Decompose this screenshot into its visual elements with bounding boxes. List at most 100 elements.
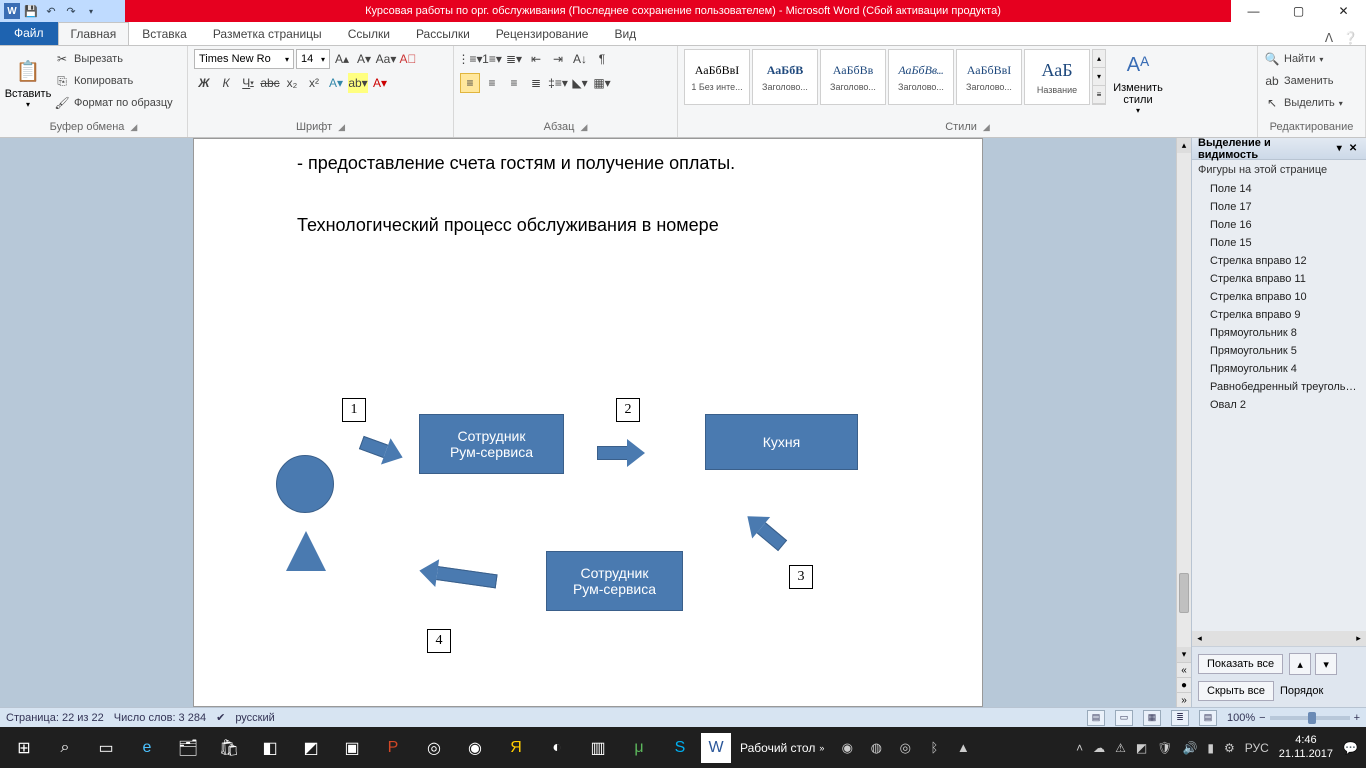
browse-object-icon[interactable]: ●	[1177, 677, 1191, 692]
minimize-ribbon-icon[interactable]: ᐱ	[1325, 31, 1333, 45]
tab-mailings[interactable]: Рассылки	[403, 22, 483, 45]
selection-pane-close-icon[interactable]: ✕	[1346, 143, 1360, 154]
app-icon[interactable]: ◐	[537, 728, 577, 768]
shape-rect-kitchen[interactable]: Кухня	[705, 414, 858, 470]
word-taskbar-icon[interactable]: W	[701, 733, 731, 763]
next-page-icon[interactable]: »	[1177, 692, 1191, 707]
underline-button[interactable]: Ч▾	[238, 73, 258, 93]
save-icon[interactable]: 💾	[22, 2, 40, 20]
tray-icon[interactable]: ◍	[862, 728, 890, 768]
font-name-combo[interactable]: Times New Ro▾	[194, 49, 294, 69]
volume-icon[interactable]: 🔊	[1182, 741, 1197, 755]
zoom-slider[interactable]	[1270, 716, 1350, 720]
list-item[interactable]: Поле 15	[1192, 234, 1366, 252]
italic-button[interactable]: К	[216, 73, 236, 93]
superscript-button[interactable]: x²	[304, 73, 324, 93]
decrease-indent-button[interactable]: ⇤	[526, 49, 546, 69]
redo-icon[interactable]: ↷	[62, 2, 80, 20]
strike-button[interactable]: abc	[260, 73, 280, 93]
tray-icon[interactable]: ◩	[1136, 741, 1147, 755]
list-item[interactable]: Овал 2	[1192, 396, 1366, 414]
zoom-level[interactable]: 100%	[1227, 712, 1255, 724]
list-item[interactable]: Прямоугольник 8	[1192, 324, 1366, 342]
scroll-track[interactable]	[1177, 153, 1191, 647]
scroll-down-icon[interactable]: ▾	[1177, 647, 1191, 662]
bullets-button[interactable]: ⋮≡▾	[460, 49, 480, 69]
chrome-icon[interactable]: ◉	[455, 728, 495, 768]
app-icon[interactable]: ▥	[578, 728, 618, 768]
find-button[interactable]: 🔍Найти▾	[1264, 49, 1323, 69]
show-all-button[interactable]: Показать все	[1198, 654, 1283, 674]
zoom-out-button[interactable]: −	[1259, 712, 1265, 724]
draft-view-button[interactable]: ▤	[1199, 710, 1217, 726]
close-button[interactable]: ✕	[1321, 0, 1366, 22]
edge-icon[interactable]: e	[127, 728, 167, 768]
app-icon[interactable]: ▣	[332, 728, 372, 768]
tab-references[interactable]: Ссылки	[335, 22, 403, 45]
style-item[interactable]: АаБбВЗаголово...	[752, 49, 818, 105]
change-case-button[interactable]: Aa▾	[376, 49, 396, 69]
list-item[interactable]: Стрелка вправо 10	[1192, 288, 1366, 306]
shape-label-2[interactable]: 2	[616, 398, 640, 422]
list-item[interactable]: Поле 14	[1192, 180, 1366, 198]
shape-label-4[interactable]: 4	[427, 629, 451, 653]
task-view-button[interactable]: ▭	[86, 728, 126, 768]
word-count[interactable]: Число слов: 3 284	[114, 712, 206, 724]
show-marks-button[interactable]: ¶	[592, 49, 612, 69]
selection-hscroll[interactable]: ◂▸	[1192, 631, 1366, 646]
align-center-button[interactable]: ≡	[482, 73, 502, 93]
list-item[interactable]: Поле 17	[1192, 198, 1366, 216]
style-item[interactable]: АаБНазвание	[1024, 49, 1090, 105]
outline-view-button[interactable]: ≣	[1171, 710, 1189, 726]
print-layout-view-button[interactable]: ▤	[1087, 710, 1105, 726]
app-icon[interactable]: ◩	[291, 728, 331, 768]
qat-dropdown-icon[interactable]: ▾	[82, 2, 100, 20]
skype-icon[interactable]: S	[660, 728, 700, 768]
tray-icon[interactable]: 🛡	[1157, 741, 1172, 755]
network-icon[interactable]: ▮	[1207, 741, 1214, 755]
list-item[interactable]: Прямоугольник 5	[1192, 342, 1366, 360]
maximize-button[interactable]: ▢	[1276, 0, 1321, 22]
font-color-button[interactable]: A▾	[370, 73, 390, 93]
shape-triangle[interactable]	[286, 531, 326, 571]
subscript-button[interactable]: x₂	[282, 73, 302, 93]
tab-insert[interactable]: Вставка	[129, 22, 200, 45]
list-item[interactable]: Стрелка вправо 11	[1192, 270, 1366, 288]
tray-icon[interactable]: ⚠	[1115, 741, 1126, 755]
fullscreen-view-button[interactable]: ▭	[1115, 710, 1133, 726]
tray-icon[interactable]: ▲	[949, 728, 977, 768]
style-item[interactable]: АаБбВвІЗаголово...	[956, 49, 1022, 105]
tab-home[interactable]: Главная	[58, 22, 130, 45]
undo-icon[interactable]: ↶	[42, 2, 60, 20]
bluetooth-icon[interactable]: ᛒ	[920, 728, 948, 768]
onedrive-icon[interactable]: ☁	[1093, 741, 1105, 755]
select-button[interactable]: ↖Выделить▾	[1264, 93, 1343, 113]
copy-button[interactable]: ⎘Копировать	[54, 71, 173, 91]
text-effects-button[interactable]: A▾	[326, 73, 346, 93]
reorder-up-button[interactable]: ▴	[1289, 653, 1311, 675]
clock[interactable]: 4:46 21.11.2017	[1279, 734, 1333, 760]
styles-gallery[interactable]: АаБбВвІ1 Без инте... АаБбВЗаголово... Аа…	[684, 49, 1106, 105]
shape-oval[interactable]	[276, 455, 334, 513]
reorder-down-button[interactable]: ▾	[1315, 653, 1337, 675]
clear-format-button[interactable]: A⃠	[398, 49, 418, 69]
yandex-icon[interactable]: Я	[496, 728, 536, 768]
borders-button[interactable]: ▦▾	[592, 73, 612, 93]
selection-pane-dropdown-icon[interactable]: ▾	[1332, 143, 1346, 154]
list-item[interactable]: Стрелка вправо 12	[1192, 252, 1366, 270]
search-button[interactable]: ⌕	[45, 728, 85, 768]
minimize-button[interactable]: —	[1231, 0, 1276, 22]
shrink-font-button[interactable]: A▾	[354, 49, 374, 69]
paragraph-dialog-launcher[interactable]: ◢	[580, 122, 587, 133]
shape-arrow-1[interactable]	[357, 429, 408, 470]
scroll-up-icon[interactable]: ▴	[1177, 138, 1191, 153]
utorrent-icon[interactable]: μ	[619, 728, 659, 768]
change-styles-button[interactable]: Aᴬ Изменить стили ▾	[1110, 49, 1166, 115]
lang-indicator[interactable]: РУС	[1245, 741, 1269, 755]
hide-all-button[interactable]: Скрыть все	[1198, 681, 1274, 701]
list-item[interactable]: Поле 16	[1192, 216, 1366, 234]
tab-view[interactable]: Вид	[601, 22, 649, 45]
help-icon[interactable]: ❔	[1343, 31, 1358, 45]
selection-pane-header[interactable]: Выделение и видимость ▾ ✕	[1192, 138, 1366, 160]
language-indicator[interactable]: русский	[235, 712, 274, 724]
